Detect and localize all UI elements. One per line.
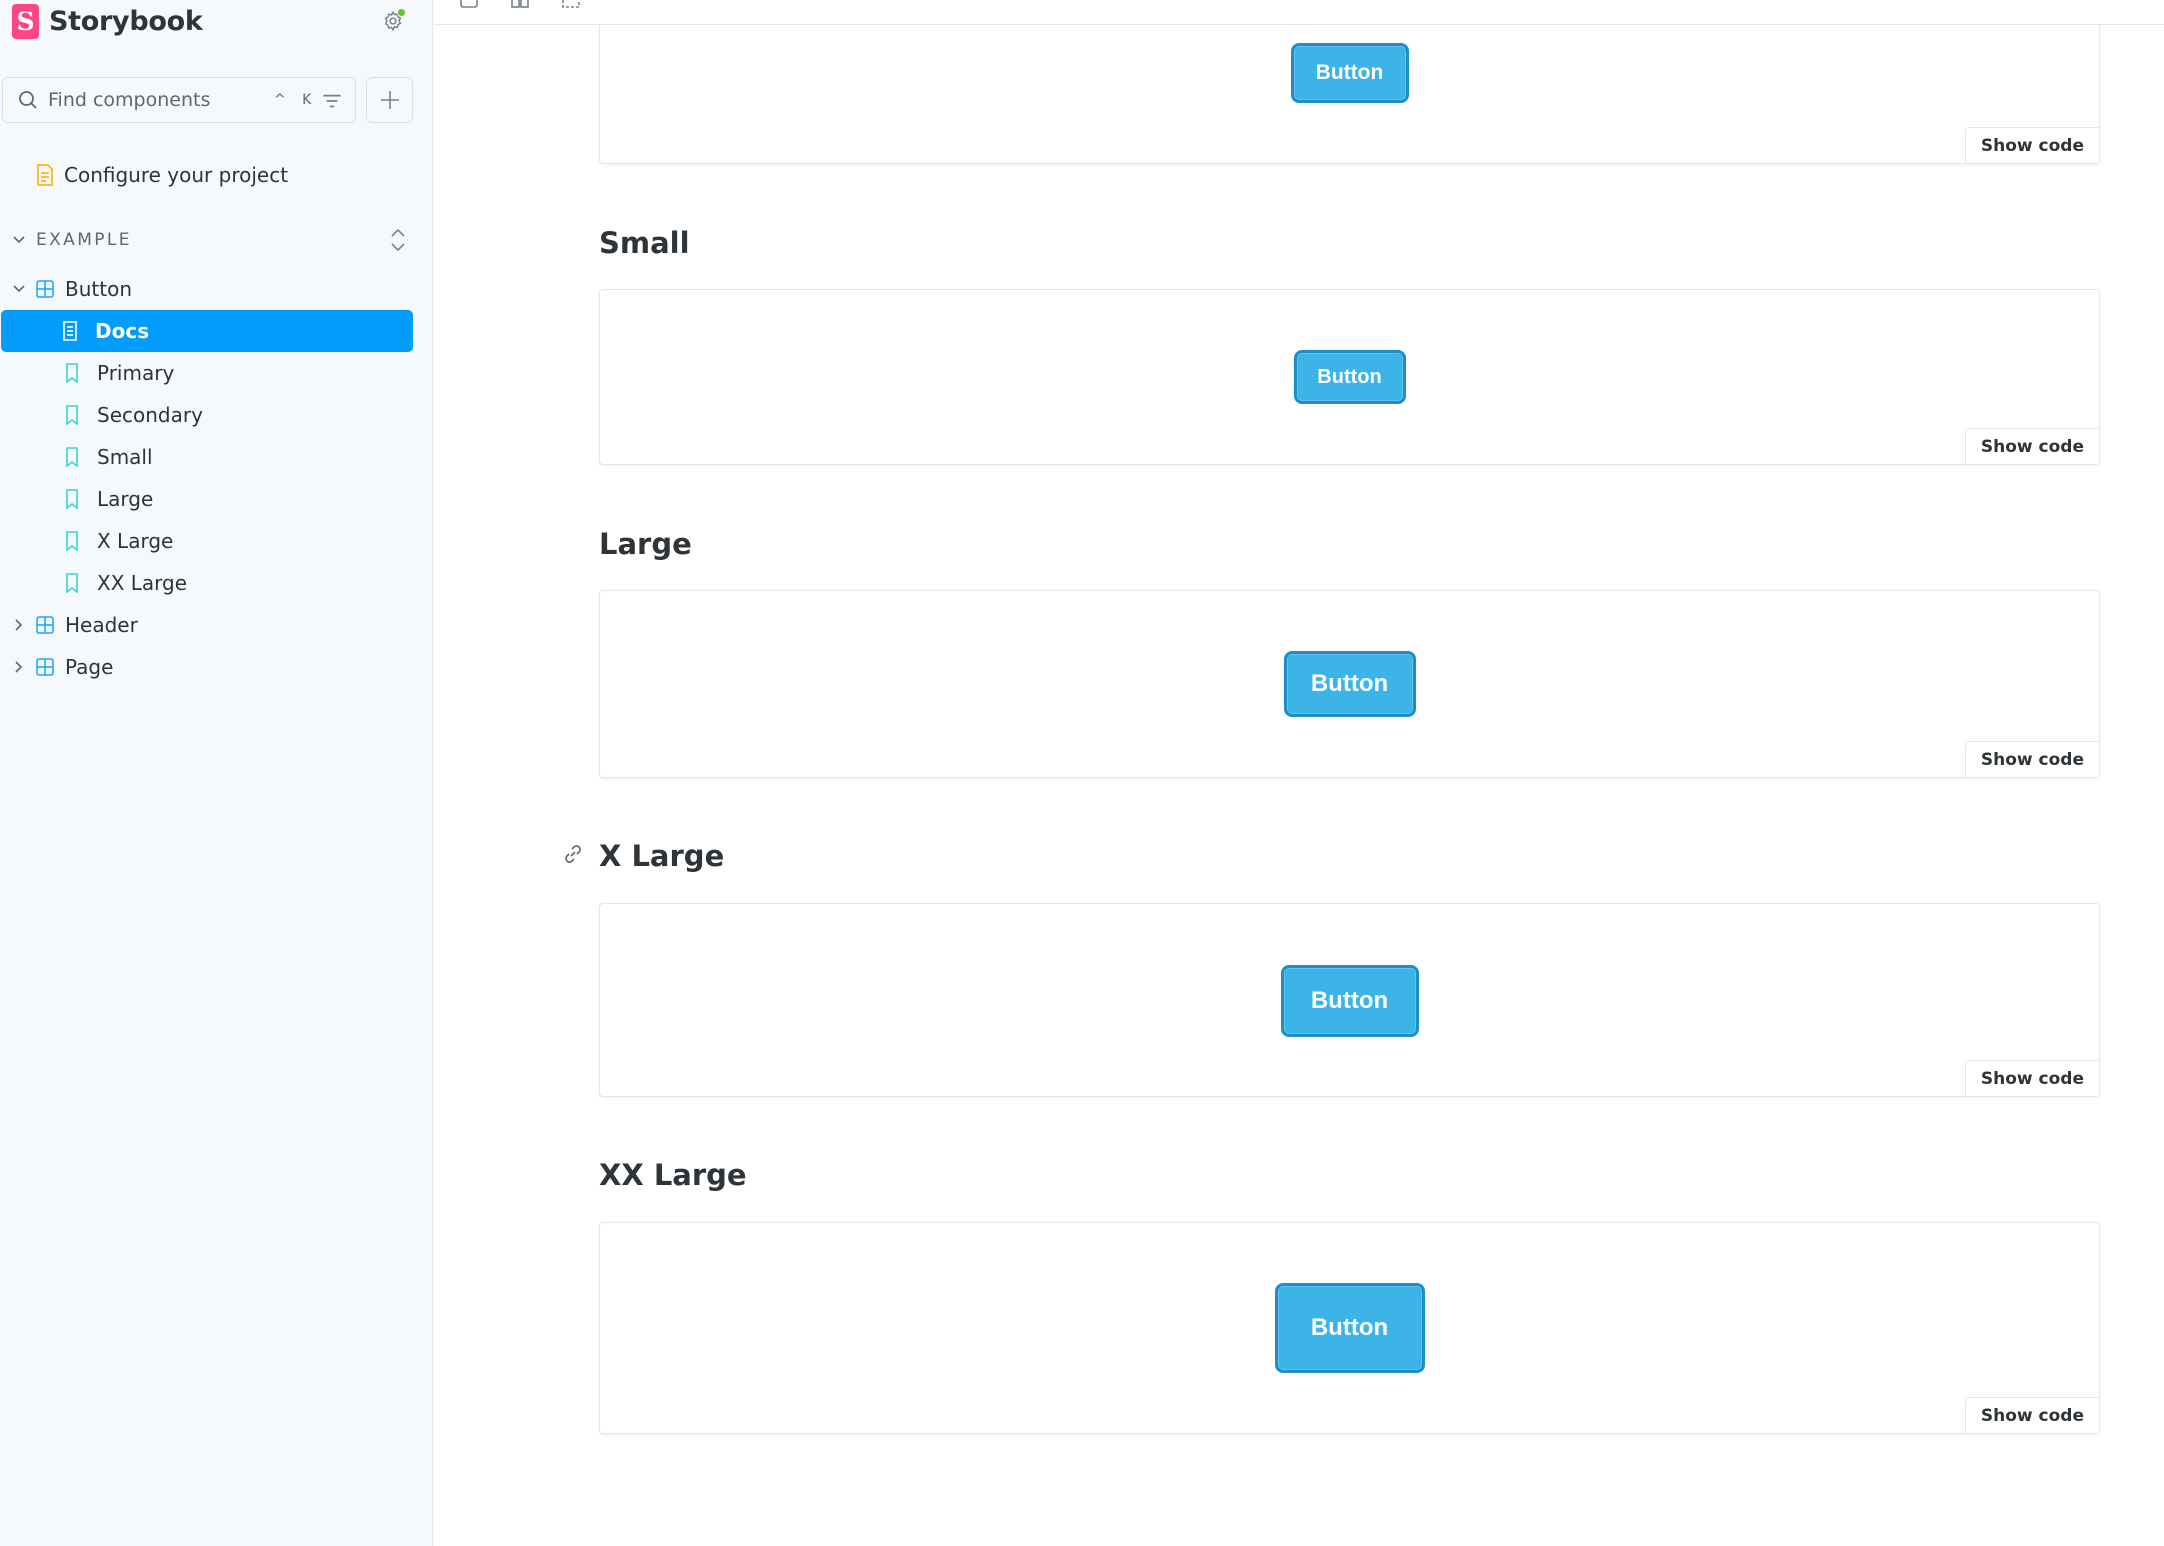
sidebar-item-label: X Large — [97, 529, 174, 553]
sidebar-item-label: Page — [65, 655, 114, 679]
expand-collapse-icon[interactable] — [386, 225, 410, 255]
sidebar-item-label: Button — [65, 277, 132, 301]
sidebar-item-docs[interactable]: Docs — [1, 310, 413, 352]
demo-button[interactable]: Button — [1283, 651, 1416, 717]
sidebar-item-label: Small — [97, 445, 153, 469]
component-icon — [36, 616, 54, 634]
sidebar-item-label: Docs — [95, 319, 150, 343]
component-icon — [36, 658, 54, 676]
configure-project-link[interactable]: Configure your project — [34, 160, 288, 190]
brand-name: Storybook — [49, 5, 203, 37]
sidebar-item-button[interactable]: Button — [1, 268, 413, 310]
story-preview-xx-large: Button Show code — [599, 1222, 2100, 1434]
keyboard-shortcut: ^ K — [274, 92, 318, 108]
add-story-button[interactable] — [366, 77, 413, 123]
bookmark-icon — [66, 405, 78, 425]
document-icon — [37, 164, 53, 186]
status-dot — [397, 8, 406, 17]
sidebar: S Storybook ^ K Configure your project E… — [0, 0, 433, 1546]
show-code-button[interactable]: Show code — [1964, 1397, 2099, 1433]
story-preview-large: Button Show code — [599, 590, 2100, 778]
document-icon — [63, 321, 77, 341]
fullscreen-icon[interactable] — [561, 0, 581, 8]
bookmark-icon — [66, 447, 78, 467]
demo-button[interactable]: Button — [1280, 965, 1419, 1037]
storybook-logo: S — [12, 3, 39, 39]
story-preview-small: Button Show code — [599, 289, 2100, 465]
filter-icon[interactable] — [319, 88, 345, 114]
zoom-icon[interactable] — [459, 0, 479, 8]
sidebar-item-label: Large — [97, 487, 154, 511]
brand[interactable]: S Storybook — [12, 0, 203, 42]
story-title-x-large: X Large — [599, 839, 725, 873]
settings-button[interactable] — [378, 6, 408, 36]
search-input[interactable] — [48, 89, 268, 111]
docs-main: Button Show code Small Button Show code … — [434, 0, 2164, 1546]
bookmark-icon — [66, 531, 78, 551]
group-example[interactable]: EXAMPLE — [12, 225, 412, 255]
show-code-button[interactable]: Show code — [1964, 741, 2099, 777]
sidebar-item-primary[interactable]: Primary — [1, 352, 413, 394]
plus-icon — [380, 91, 399, 109]
sidebar-item-page[interactable]: Page — [1, 646, 413, 688]
bookmark-icon — [66, 573, 78, 593]
story-preview-x-large: Button Show code — [599, 903, 2100, 1097]
search-box[interactable]: ^ K — [2, 77, 356, 123]
demo-button[interactable]: Button — [1290, 43, 1409, 103]
sidebar-item-label: XX Large — [97, 571, 188, 595]
show-code-button[interactable]: Show code — [1964, 127, 2099, 163]
story-title-xx-large: XX Large — [599, 1158, 747, 1192]
sidebar-item-label: Secondary — [97, 403, 203, 427]
sidebar-item-large[interactable]: Large — [1, 478, 413, 520]
sidebar-item-x-large[interactable]: X Large — [1, 520, 413, 562]
toolbar — [434, 0, 2164, 25]
configure-label: Configure your project — [64, 163, 289, 187]
sidebar-item-small[interactable]: Small — [1, 436, 413, 478]
chevron-down-icon — [13, 236, 25, 244]
demo-button[interactable]: Button — [1293, 350, 1406, 404]
component-icon — [36, 280, 54, 298]
chevron-right-icon — [15, 619, 23, 631]
show-code-button[interactable]: Show code — [1964, 1060, 2099, 1096]
chevron-right-icon — [15, 661, 23, 673]
show-code-button[interactable]: Show code — [1964, 428, 2099, 464]
link-icon[interactable] — [562, 843, 584, 865]
bookmark-icon — [66, 489, 78, 509]
story-title-small: Small — [599, 226, 690, 260]
sidebar-item-header[interactable]: Header — [1, 604, 413, 646]
bookmark-icon — [66, 363, 78, 383]
sidebar-item-secondary[interactable]: Secondary — [1, 394, 413, 436]
sidebar-item-label: Primary — [97, 361, 175, 385]
grid-icon[interactable] — [510, 0, 530, 8]
group-label: EXAMPLE — [36, 230, 132, 250]
story-preview-primary: Button Show code — [599, 25, 2100, 164]
sidebar-item-label: Header — [65, 613, 138, 637]
story-title-large: Large — [599, 527, 692, 561]
search-icon — [19, 91, 37, 109]
demo-button[interactable]: Button — [1274, 1283, 1425, 1373]
chevron-down-icon — [13, 285, 25, 293]
sidebar-item-xx-large[interactable]: XX Large — [1, 562, 413, 604]
